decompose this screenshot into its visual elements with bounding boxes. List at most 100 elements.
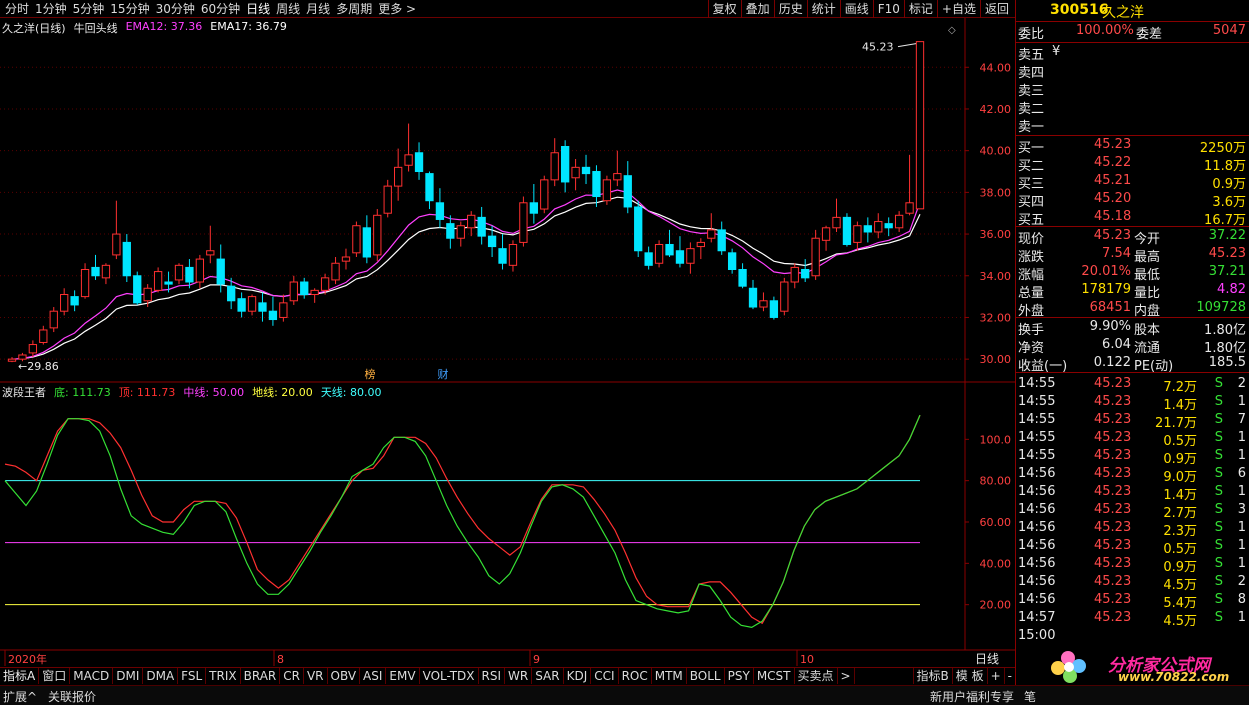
candle[interactable] <box>49 307 58 333</box>
candle[interactable] <box>174 263 184 285</box>
indicator-tab-1[interactable]: 窗口 <box>39 668 71 684</box>
kline-chart[interactable]: 44.00 42.00 40.00 38.00 36.00 34.00 32.00 30.00… <box>0 18 1015 667</box>
candle[interactable] <box>832 198 841 232</box>
tool-tab-7[interactable]: +自选 <box>936 0 980 18</box>
candle[interactable] <box>905 154 914 216</box>
candle[interactable] <box>206 225 215 264</box>
candle[interactable] <box>39 325 48 345</box>
candle[interactable] <box>331 256 340 285</box>
related-quotes-button[interactable]: 关联报价 <box>48 688 96 705</box>
indicator-tab-17[interactable]: KDJ <box>564 668 592 684</box>
candle[interactable] <box>613 150 622 187</box>
promo-link[interactable]: 新用户福利专享 <box>930 688 1014 705</box>
indicator-tab-8[interactable]: CR <box>280 668 304 684</box>
candle[interactable] <box>310 288 319 303</box>
indicator-tab-14[interactable]: RSI <box>479 668 506 684</box>
candle[interactable] <box>675 236 685 268</box>
expand-button[interactable]: 扩展^ <box>3 688 37 705</box>
candle[interactable] <box>195 254 205 289</box>
indicator-tab-right-3[interactable]: - <box>1003 668 1015 684</box>
indicator-tab-22[interactable]: PSY <box>725 668 754 684</box>
candle[interactable] <box>811 229 820 280</box>
ask-row[interactable]: 卖四 <box>1016 61 1249 81</box>
tool-tab-2[interactable]: 历史 <box>773 0 807 18</box>
ask-row[interactable]: 卖二 <box>1016 97 1249 117</box>
bid-row[interactable]: 买一 45.23 2250万 <box>1016 136 1249 156</box>
period-tab-8[interactable]: 月线 <box>303 1 333 17</box>
candle[interactable] <box>581 154 591 185</box>
tool-tab-8[interactable]: 返回 <box>979 0 1013 18</box>
candle[interactable] <box>477 206 486 245</box>
candle[interactable] <box>602 175 612 205</box>
candle[interactable] <box>467 211 476 237</box>
event-tag[interactable]: 财 <box>438 367 449 381</box>
tool-tab-0[interactable]: 复权 <box>707 0 741 18</box>
bid-row[interactable]: 买三 45.21 0.9万 <box>1016 172 1249 192</box>
period-tab-7[interactable]: 周线 <box>273 1 303 17</box>
period-tab-4[interactable]: 30分钟 <box>153 1 198 17</box>
candle[interactable] <box>456 221 465 247</box>
bid-row[interactable]: 买四 45.20 3.6万 <box>1016 190 1249 210</box>
candle[interactable] <box>550 138 559 187</box>
bid-row[interactable]: 买五 45.18 16.7万 <box>1016 208 1249 228</box>
candle[interactable] <box>247 294 257 316</box>
candle[interactable] <box>7 357 17 363</box>
candle[interactable] <box>508 240 518 272</box>
candle[interactable] <box>738 263 747 289</box>
indicator-tab-3[interactable]: DMI <box>113 668 144 684</box>
candle[interactable] <box>133 271 142 305</box>
indicator-tab-13[interactable]: VOL-TDX <box>420 668 479 684</box>
candle[interactable] <box>80 263 90 299</box>
indicator-tab-right-1[interactable]: 模 板 <box>951 668 987 684</box>
indicator-tab-6[interactable]: TRIX <box>206 668 241 684</box>
candle[interactable] <box>362 215 372 264</box>
period-tab-5[interactable]: 60分钟 <box>198 1 243 17</box>
candle[interactable] <box>540 175 549 214</box>
indicator-tab-20[interactable]: MTM <box>652 668 687 684</box>
candle[interactable] <box>383 179 392 218</box>
indicator-tab-7[interactable]: BRAR <box>241 668 281 684</box>
event-tag[interactable]: 榜 <box>365 367 376 381</box>
candle[interactable] <box>717 221 726 255</box>
candle[interactable] <box>894 211 904 232</box>
period-tab-2[interactable]: 5分钟 <box>70 1 108 17</box>
candle[interactable] <box>60 288 69 316</box>
candle[interactable] <box>341 248 351 270</box>
candle[interactable] <box>707 213 716 243</box>
indicator-tab-16[interactable]: SAR <box>532 668 564 684</box>
period-tab-3[interactable]: 15分钟 <box>107 1 152 17</box>
candle[interactable] <box>435 188 445 228</box>
candle[interactable] <box>425 171 434 210</box>
indicator-tab-0[interactable]: 指标A <box>0 668 40 684</box>
candle[interactable] <box>696 238 705 260</box>
candle[interactable] <box>28 340 38 358</box>
candle[interactable] <box>623 161 632 214</box>
candle[interactable] <box>279 294 288 322</box>
candle[interactable] <box>780 277 789 316</box>
candle[interactable] <box>915 41 925 210</box>
indicator-tab-19[interactable]: ROC <box>619 668 652 684</box>
candle[interactable] <box>91 254 100 280</box>
ask-row[interactable]: 卖一 <box>1016 115 1249 135</box>
indicator-tab-11[interactable]: ASI <box>360 668 387 684</box>
indicator-tab-21[interactable]: BOLL <box>687 668 725 684</box>
ask-row[interactable]: 卖五 ¥ <box>1016 43 1249 63</box>
indicator-tab-2[interactable]: MACD <box>70 668 114 684</box>
candle[interactable] <box>686 242 695 274</box>
stock-title[interactable]: 久之洋(日线) <box>2 20 66 36</box>
candle[interactable] <box>592 165 601 207</box>
candle[interactable] <box>373 209 382 262</box>
indicator-tab-9[interactable]: VR <box>304 668 328 684</box>
period-tab-9[interactable]: 多周期 <box>333 1 375 17</box>
candle[interactable] <box>644 246 653 270</box>
candle[interactable] <box>801 259 810 283</box>
candle[interactable] <box>727 248 737 274</box>
indicator-tab-25[interactable]: > <box>838 668 855 684</box>
bid-row[interactable]: 买二 45.22 11.8万 <box>1016 154 1249 174</box>
candle[interactable] <box>748 279 758 310</box>
tool-tab-6[interactable]: 标记 <box>903 0 937 18</box>
candle[interactable] <box>404 123 413 172</box>
candle[interactable] <box>884 217 893 237</box>
candle[interactable] <box>571 159 580 191</box>
candle[interactable] <box>863 217 872 243</box>
